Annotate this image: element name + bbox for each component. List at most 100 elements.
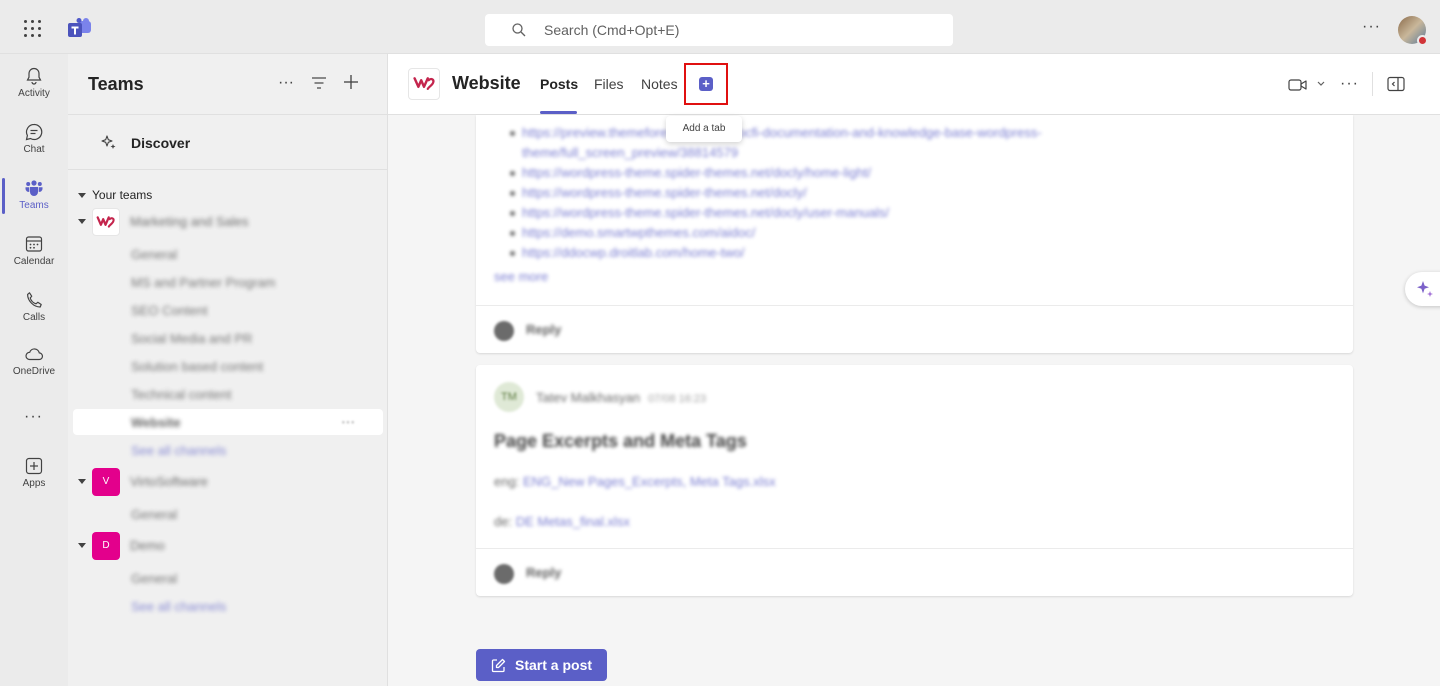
presence-busy-icon — [1417, 35, 1428, 46]
rail-label: Teams — [19, 200, 49, 211]
compose-icon — [491, 658, 506, 673]
author-name[interactable]: Tatev Malkhasyan — [536, 390, 640, 405]
channel-item[interactable]: General — [131, 571, 177, 586]
team-logo-icon — [92, 208, 120, 236]
post-card: https://preview.themeforest.net/item/doc… — [476, 115, 1353, 353]
settings-more-icon[interactable]: ··· — [1362, 18, 1381, 36]
channel-item-selected[interactable]: ··· — [73, 409, 383, 435]
bell-icon — [26, 67, 42, 85]
file-link[interactable]: DE Metas_final.xlsx — [516, 514, 630, 529]
tab-files[interactable]: Files — [594, 76, 624, 92]
line-prefix: de: — [494, 514, 513, 529]
rail-label: Activity — [18, 88, 50, 99]
add-tab-button[interactable]: + — [684, 63, 728, 105]
rail-item-onedrive[interactable]: OneDrive — [0, 336, 68, 388]
team-marketing-and-sales[interactable]: Marketing and Sales — [78, 208, 378, 236]
rail-item-teams[interactable]: Teams — [0, 170, 68, 222]
channel-item-website[interactable]: Website — [131, 415, 181, 430]
line-prefix: eng: — [494, 474, 520, 489]
post-line: de: DE Metas_final.xlsx — [494, 514, 630, 529]
rail-item-activity[interactable]: Activity — [0, 58, 68, 110]
channel-more-icon[interactable]: ··· — [341, 413, 355, 429]
tab-notes[interactable]: Notes — [641, 76, 678, 92]
chevron-down-icon — [78, 193, 86, 199]
start-post-button[interactable]: Start a post — [476, 649, 607, 681]
file-link[interactable]: ENG_New Pages_Excerpts, Meta Tags.xlsx — [523, 474, 776, 489]
phone-icon — [27, 292, 42, 308]
author-avatar[interactable]: TM — [494, 382, 524, 412]
post-timestamp: 07/08 16:23 — [648, 393, 707, 405]
channel-title: Website — [452, 73, 521, 93]
rail-item-calendar[interactable]: Calendar — [0, 226, 68, 278]
team-virtosoftware[interactable]: V VirtoSoftware — [78, 468, 378, 496]
app-rail: Activity Chat Teams Calendar Calls OneDr… — [0, 54, 68, 686]
post-line: eng: ENG_New Pages_Excerpts, Meta Tags.x… — [494, 474, 776, 489]
discover-label: Discover — [131, 135, 191, 151]
team-demo[interactable]: D Demo — [78, 532, 378, 560]
reply-button[interactable]: Reply — [526, 565, 561, 580]
your-teams-header[interactable]: Your teams — [78, 188, 152, 202]
see-more-link[interactable]: see more — [494, 269, 548, 284]
panel-more-icon[interactable]: ··· — [278, 74, 294, 92]
search-placeholder: Search (Cmd+Opt+E) — [544, 22, 680, 38]
chevron-down-icon — [78, 479, 86, 484]
discover-button[interactable]: Discover — [68, 114, 388, 170]
rail-item-apps[interactable]: Apps — [0, 448, 68, 500]
apps-plus-icon — [25, 457, 43, 475]
side-panel-icon[interactable] — [1387, 76, 1405, 92]
rail-label: Calendar — [13, 256, 55, 267]
post-card: TM Tatev Malkhasyan 07/08 16:23 Page Exce… — [476, 365, 1353, 596]
cloud-icon — [25, 348, 44, 361]
sparkle-icon — [101, 135, 116, 149]
channel-item[interactable]: Solution based content — [131, 359, 263, 374]
reply-button[interactable]: Reply — [526, 322, 561, 337]
avatar — [494, 321, 514, 341]
tab-posts[interactable]: Posts — [540, 76, 578, 92]
chevron-down-icon — [78, 543, 86, 548]
post-link[interactable]: https://wordpress-theme.spider-themes.ne… — [510, 163, 1042, 183]
filter-icon[interactable] — [311, 76, 327, 90]
post-link[interactable]: https://demo.smartwpthemes.com/aidoc/ — [510, 223, 1042, 243]
team-avatar: D — [92, 532, 120, 560]
start-post-label: Start a post — [515, 657, 593, 673]
your-teams-label: Your teams — [92, 188, 153, 202]
channel-item[interactable]: General — [131, 247, 177, 262]
rail-item-calls[interactable]: Calls — [0, 282, 68, 334]
channel-item[interactable]: MS and Partner Program — [131, 275, 276, 290]
copilot-button[interactable] — [1405, 272, 1440, 306]
copilot-sparkle-icon — [1417, 281, 1433, 297]
rail-item-chat[interactable]: Chat — [0, 114, 68, 166]
channel-item[interactable]: SEO Content — [131, 303, 208, 318]
post-link[interactable]: https://wordpress-theme.spider-themes.ne… — [510, 183, 1042, 203]
reply-bar[interactable]: Reply — [476, 548, 1353, 596]
chevron-down-icon — [78, 219, 86, 224]
video-call-icon[interactable] — [1288, 77, 1308, 93]
panel-title: Teams — [88, 74, 144, 94]
post-link[interactable]: theme/full_screen_preview/38814579 — [522, 143, 1042, 163]
user-avatar[interactable] — [1398, 16, 1428, 46]
add-team-icon[interactable] — [343, 74, 359, 90]
channel-item[interactable]: General — [131, 507, 177, 522]
post-link[interactable]: https://ddocwp.droitlab.com/home-two/ — [510, 243, 1042, 263]
chat-icon — [25, 123, 43, 141]
post-link[interactable]: https://wordpress-theme.spider-themes.ne… — [510, 203, 1042, 223]
rail-label: Apps — [22, 478, 46, 489]
more-apps-icon[interactable]: ··· — [24, 408, 43, 426]
post-link[interactable]: https://preview.themeforest.net/item/doc… — [510, 123, 1042, 143]
team-name: Marketing and Sales — [130, 214, 249, 229]
teams-panel: Teams ··· Discover Your teams Marketing … — [68, 54, 388, 686]
see-all-channels-link[interactable]: See all channels — [131, 599, 226, 614]
see-all-channels-link[interactable]: See all channels — [131, 443, 226, 458]
reply-bar[interactable]: Reply — [476, 305, 1353, 353]
channel-item[interactable]: Technical content — [131, 387, 231, 402]
channel-item[interactable]: Social Media and PR — [131, 331, 252, 346]
post-author: Tatev Malkhasyan 07/08 16:23 — [536, 390, 706, 405]
app-launcher-icon[interactable] — [24, 20, 42, 38]
rail-label: OneDrive — [12, 366, 56, 377]
post-title: Page Excerpts and Meta Tags — [494, 431, 747, 451]
search-input[interactable]: Search (Cmd+Opt+E) — [485, 14, 953, 46]
add-tab-tooltip: Add a tab — [666, 116, 742, 142]
chevron-down-icon[interactable] — [1316, 80, 1326, 88]
channel-more-icon[interactable]: ··· — [1340, 75, 1359, 93]
channel-logo-icon — [408, 68, 440, 100]
